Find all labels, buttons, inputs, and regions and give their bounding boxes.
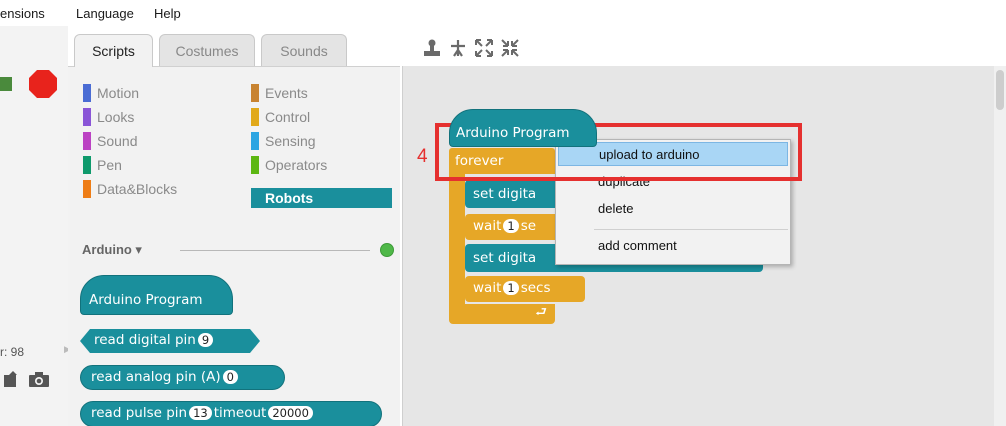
palette-arduino-program-block[interactable]: Arduino Program — [80, 275, 233, 315]
wait-block[interactable]: wait 1 secs — [465, 276, 585, 302]
category-label: Pen — [97, 157, 122, 173]
upload-sprite-icon[interactable] — [2, 370, 20, 388]
block-label: read pulse pin — [91, 405, 188, 421]
extension-dropdown[interactable]: Arduino ▾ — [82, 242, 142, 258]
block-label: read analog pin (A) — [91, 369, 221, 385]
shrink-icon[interactable] — [500, 38, 520, 58]
block-label: Arduino Program — [456, 125, 570, 141]
forever-block-footer: ⮐ — [449, 304, 555, 324]
category-operators[interactable]: Operators — [251, 155, 391, 175]
category-data-blocks[interactable]: Data&Blocks — [83, 179, 223, 199]
green-flag-icon[interactable] — [0, 77, 12, 91]
category-color-swatch — [83, 180, 91, 198]
pin-input[interactable]: 9 — [198, 333, 213, 347]
scrollbar-thumb[interactable] — [996, 70, 1004, 110]
category-color-swatch — [83, 108, 91, 126]
tab-scripts[interactable]: Scripts — [74, 34, 153, 67]
category-label: Control — [265, 109, 311, 125]
category-motion[interactable]: Motion — [83, 83, 223, 103]
menu-extensions[interactable]: ensions — [0, 6, 45, 21]
camera-icon[interactable] — [28, 372, 50, 388]
menu-language[interactable]: Language — [76, 6, 134, 21]
block-label: Arduino Program — [89, 292, 203, 308]
menu-bar: ensions Language Help — [0, 0, 1006, 26]
block-label: read digital pin — [94, 332, 196, 348]
category-control[interactable]: Control — [251, 107, 391, 127]
palette-read-analog-block[interactable]: read analog pin (A) 0 — [80, 365, 285, 390]
block-palette: Motion Looks Sound Pen Data&Blocks Event… — [68, 66, 400, 426]
stop-icon[interactable] — [28, 69, 58, 99]
block-label: set digita — [473, 186, 537, 202]
connection-status-indicator — [380, 243, 394, 257]
category-robots[interactable]: Robots — [251, 188, 392, 208]
stage-panel: r: 98 ▶ — [0, 26, 71, 426]
grow-icon[interactable] — [448, 38, 468, 58]
menu-item-delete[interactable]: delete — [556, 197, 790, 221]
divider — [180, 250, 370, 251]
script-arduino-program-block[interactable]: Arduino Program — [449, 109, 597, 147]
timeout-input[interactable]: 20000 — [268, 406, 313, 420]
category-color-swatch — [83, 84, 91, 102]
category-label: Events — [265, 85, 308, 101]
category-color-swatch — [83, 132, 91, 150]
block-label: wait — [473, 280, 502, 296]
loop-arrow-icon: ⮐ — [535, 305, 547, 320]
block-label: wait — [473, 218, 502, 234]
category-color-swatch — [251, 132, 259, 150]
seconds-input[interactable]: 1 — [503, 281, 519, 295]
category-events[interactable]: Events — [251, 83, 391, 103]
menu-item-add-comment[interactable]: add comment — [556, 234, 790, 258]
category-sound[interactable]: Sound — [83, 131, 223, 151]
block-label: se — [520, 218, 537, 234]
category-label: Data&Blocks — [97, 181, 178, 197]
category-label: Looks — [97, 109, 135, 125]
vertical-scrollbar[interactable] — [994, 66, 1006, 426]
block-label: timeout — [213, 405, 267, 421]
block-label: set digita — [473, 250, 537, 266]
mouse-coord-readout: r: 98 — [0, 345, 25, 359]
annotation-step-number: 4 — [417, 146, 428, 167]
tab-costumes[interactable]: Costumes — [159, 34, 255, 67]
category-sensing[interactable]: Sensing — [251, 131, 391, 151]
category-label: Motion — [97, 85, 140, 101]
category-color-swatch — [83, 156, 91, 174]
tab-sounds[interactable]: Sounds — [261, 34, 347, 67]
stamp-icon[interactable] — [422, 38, 442, 58]
category-color-swatch — [251, 84, 259, 102]
palette-read-pulse-block[interactable]: read pulse pin 13 timeout 20000 — [80, 401, 382, 426]
category-looks[interactable]: Looks — [83, 107, 223, 127]
category-pen[interactable]: Pen — [83, 155, 223, 175]
palette-read-digital-block[interactable]: read digital pin 9 — [80, 329, 260, 353]
category-color-swatch — [251, 108, 259, 126]
expand-icon[interactable] — [474, 38, 494, 58]
category-label: Robots — [265, 190, 314, 206]
menu-separator — [594, 229, 788, 230]
category-label: Operators — [265, 157, 328, 173]
category-label: Sensing — [265, 133, 316, 149]
category-color-swatch — [251, 156, 259, 174]
category-label: Sound — [97, 133, 138, 149]
block-label: secs — [520, 280, 551, 296]
pin-input[interactable]: 0 — [222, 370, 238, 384]
forever-block-arm — [449, 174, 465, 304]
pin-input[interactable]: 13 — [189, 406, 212, 420]
menu-help[interactable]: Help — [154, 6, 181, 21]
seconds-input[interactable]: 1 — [503, 219, 519, 233]
